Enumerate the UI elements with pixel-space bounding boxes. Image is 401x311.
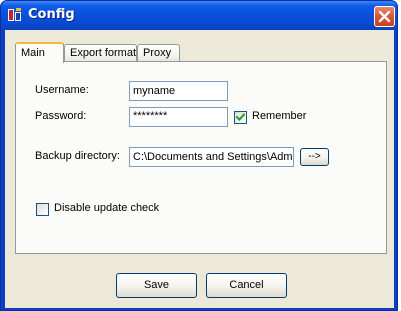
username-input[interactable]: myname: [129, 81, 228, 101]
tab-export-format[interactable]: Export format: [64, 44, 137, 62]
window-title: Config: [28, 7, 75, 22]
disable-update-check-label: Disable update check: [54, 202, 160, 214]
cancel-button[interactable]: Cancel: [206, 273, 287, 298]
password-label: Password:: [35, 110, 87, 122]
config-window: Config Main Export format Proxy Username…: [0, 0, 398, 311]
checkmark-icon: [236, 113, 245, 122]
backup-directory-input[interactable]: C:\Documents and Settings\Admi: [129, 147, 294, 167]
remember-label: Remember: [252, 110, 307, 122]
tab-proxy[interactable]: Proxy: [137, 44, 180, 62]
tab-proxy-label: Proxy: [143, 47, 172, 59]
main-tab-panel: Username: myname Password: ******** Reme…: [15, 61, 387, 254]
save-button[interactable]: Save: [116, 273, 197, 298]
close-icon: [378, 10, 391, 23]
backup-directory-label: Backup directory:: [35, 150, 120, 162]
username-label: Username:: [35, 84, 89, 96]
dialog-body: Main Export format Proxy Username: mynam…: [5, 30, 394, 308]
close-button[interactable]: [374, 6, 395, 27]
disable-update-check-checkbox[interactable]: [36, 203, 49, 216]
tab-export-format-label: Export format: [70, 47, 137, 59]
tab-main-label: Main: [21, 47, 45, 59]
title-bar[interactable]: Config: [1, 1, 397, 30]
remember-checkbox[interactable]: [234, 111, 247, 124]
tab-main[interactable]: Main: [15, 42, 64, 63]
app-icon: [7, 7, 23, 23]
browse-button[interactable]: -->: [300, 148, 329, 166]
password-input[interactable]: ********: [129, 107, 228, 127]
